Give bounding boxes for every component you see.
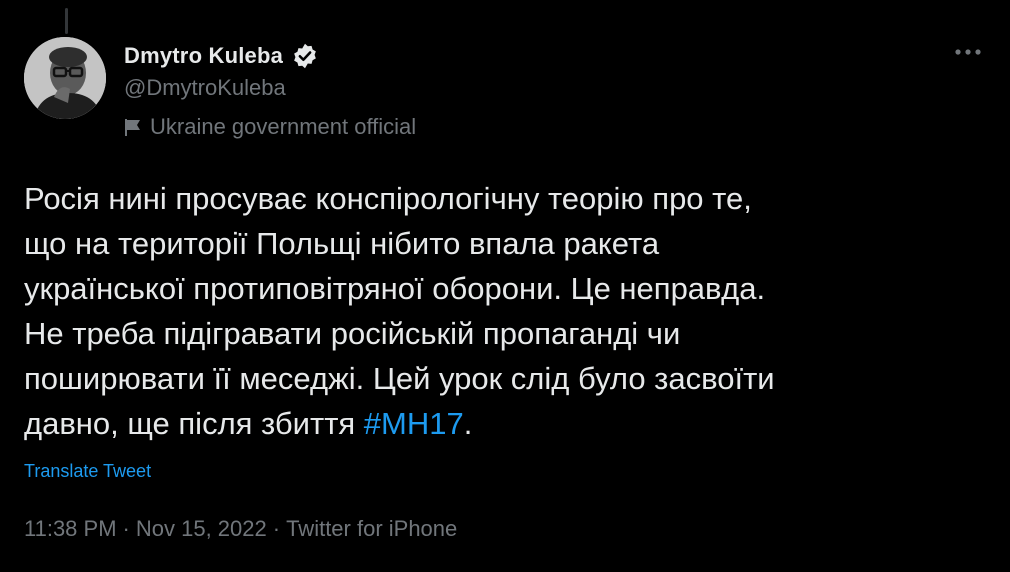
tweet-text-end: . [463,406,473,441]
avatar-photo [24,37,106,119]
avatar[interactable] [24,37,106,119]
more-options-button[interactable] [952,40,984,64]
tweet-time[interactable]: 11:38 PM [24,516,117,542]
tweet-text-body: Росія нині просуває конспірологічну теор… [24,181,775,441]
verified-badge-icon [291,42,319,70]
author-name-row[interactable]: Dmytro Kuleba [124,42,319,70]
thread-connector-line [65,8,68,34]
more-options-icon [955,49,981,55]
tweet-source: Twitter for iPhone [286,516,458,541]
author-handle[interactable]: @DmytroKuleba [124,75,286,101]
government-flag-icon [124,117,142,137]
government-label-text: Ukraine government official [150,114,417,139]
tweet-date[interactable]: Nov 15, 2022 [136,516,267,542]
hashtag-link[interactable]: #MH17 [364,406,464,441]
meta-separator: · [272,516,281,541]
tweet-metadata: 11:38 PM · Nov 15, 2022 · Twitter for iP… [24,516,457,542]
meta-separator: · [122,516,130,541]
government-label[interactable]: Ukraine government official [124,114,416,140]
translate-tweet-link[interactable]: Translate Tweet [24,461,151,482]
tweet-text: Росія нині просуває конспірологічну теор… [24,176,994,446]
author-display-name[interactable]: Dmytro Kuleba [124,43,283,69]
